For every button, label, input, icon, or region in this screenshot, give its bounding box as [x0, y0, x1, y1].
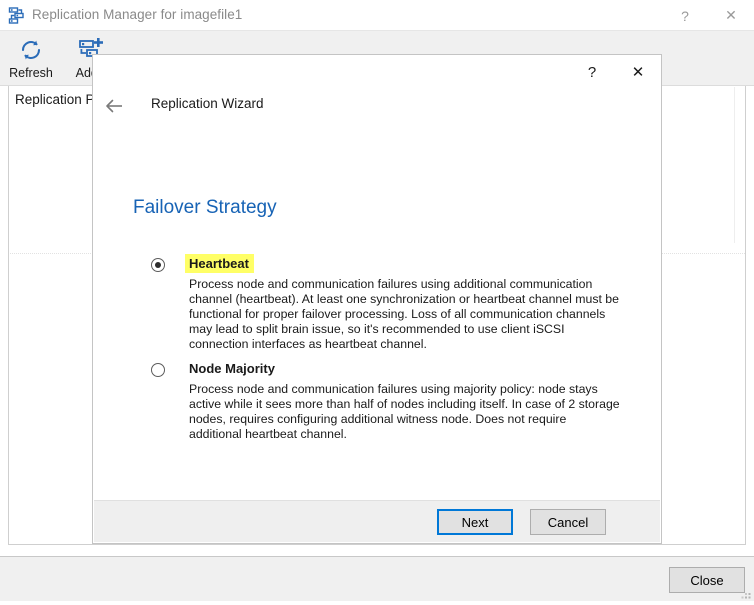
close-button[interactable]: Close	[669, 567, 745, 593]
wizard-title: Replication Wizard	[151, 96, 264, 111]
application-title: Replication Manager for imagefile1	[32, 7, 243, 22]
back-arrow-icon[interactable]	[101, 93, 127, 119]
cancel-button[interactable]: Cancel	[530, 509, 606, 535]
refresh-button[interactable]: Refresh	[0, 33, 62, 85]
page-title: Failover Strategy	[133, 197, 277, 218]
option-heartbeat-description: Process node and communication failures …	[189, 277, 619, 352]
option-node-majority-description: Process node and communication failures …	[189, 382, 620, 442]
resize-grip-icon[interactable]	[740, 587, 752, 599]
dialog-titlebar: ? ✕	[93, 55, 661, 89]
option-node-majority-title: Node Majority	[189, 361, 275, 376]
dialog-navigation-row: Replication Wizard	[93, 89, 661, 123]
refresh-button-label: Refresh	[9, 66, 53, 80]
dialog-close-button[interactable]: ✕	[615, 55, 661, 89]
application-help-button[interactable]: ?	[662, 0, 708, 31]
replication-wizard-dialog: ? ✕ Replication Wizard Failover Strategy…	[92, 54, 662, 544]
application-bottom-bar: Close	[0, 556, 754, 601]
dialog-help-button[interactable]: ?	[569, 55, 615, 89]
panel-scrollbar[interactable]	[734, 87, 744, 243]
next-button[interactable]: Next	[437, 509, 513, 535]
refresh-circular-arrows-icon	[18, 36, 44, 64]
dialog-footer: Next Cancel	[94, 500, 660, 542]
replication-server-icon	[8, 7, 26, 25]
option-heartbeat-title: Heartbeat	[185, 254, 254, 273]
application-titlebar: Replication Manager for imagefile1 ? ✕	[0, 0, 754, 31]
radio-node-majority[interactable]	[151, 363, 165, 377]
application-close-button[interactable]: ✕	[708, 0, 754, 31]
radio-heartbeat[interactable]	[151, 258, 165, 272]
dialog-body: Failover Strategy Heartbeat Process node…	[93, 123, 661, 503]
